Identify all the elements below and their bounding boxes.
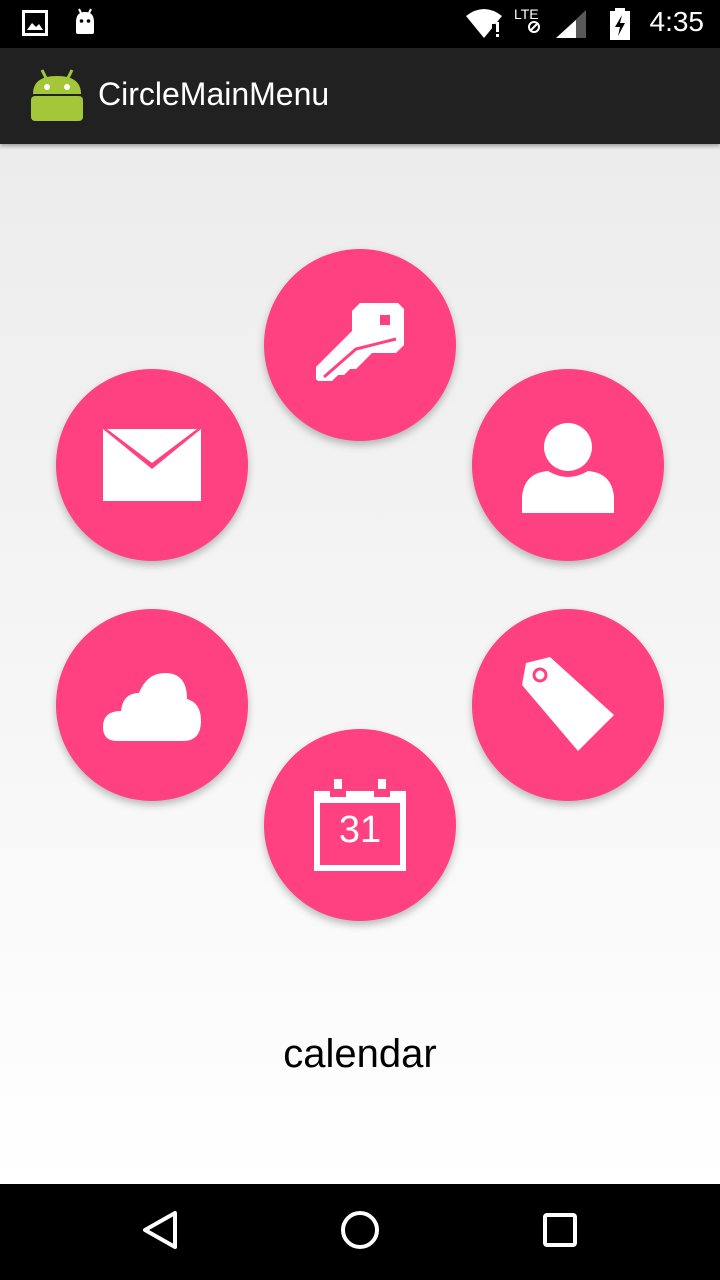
status-bar: LTE 4:35 [0, 0, 720, 48]
mail-icon [103, 429, 201, 501]
clock: 4:35 [649, 6, 705, 37]
menu-item-tag[interactable] [472, 609, 664, 801]
android-notification-icon [72, 8, 98, 40]
person-icon [520, 417, 616, 513]
app-title: CircleMainMenu [98, 76, 330, 112]
menu-item-calendar[interactable]: 31 [264, 729, 456, 921]
cloud-icon [103, 669, 201, 741]
menu-item-mail[interactable] [56, 369, 248, 561]
gallery-icon [22, 10, 48, 40]
navigation-bar [0, 1184, 720, 1280]
content-area: 31 calendar [0, 144, 720, 1184]
menu-item-person[interactable] [472, 369, 664, 561]
home-icon [340, 1210, 380, 1254]
key-icon [310, 295, 410, 395]
action-bar: CircleMainMenu [0, 48, 720, 144]
wifi-icon [466, 8, 502, 42]
lte-signal-icon [520, 8, 590, 44]
recents-button[interactable] [530, 1202, 590, 1262]
menu-item-key[interactable] [264, 249, 456, 441]
tag-icon [520, 655, 616, 755]
back-button[interactable] [130, 1202, 190, 1262]
battery-charging-icon [608, 8, 632, 44]
selected-item-label: calendar [283, 1032, 437, 1076]
calendar-icon: 31 [312, 777, 408, 873]
menu-item-cloud[interactable] [56, 609, 248, 801]
calendar-day-number: 31 [338, 809, 382, 851]
back-icon [141, 1210, 179, 1254]
android-app-icon [30, 68, 84, 126]
recents-icon [542, 1212, 578, 1252]
home-button[interactable] [330, 1202, 390, 1262]
